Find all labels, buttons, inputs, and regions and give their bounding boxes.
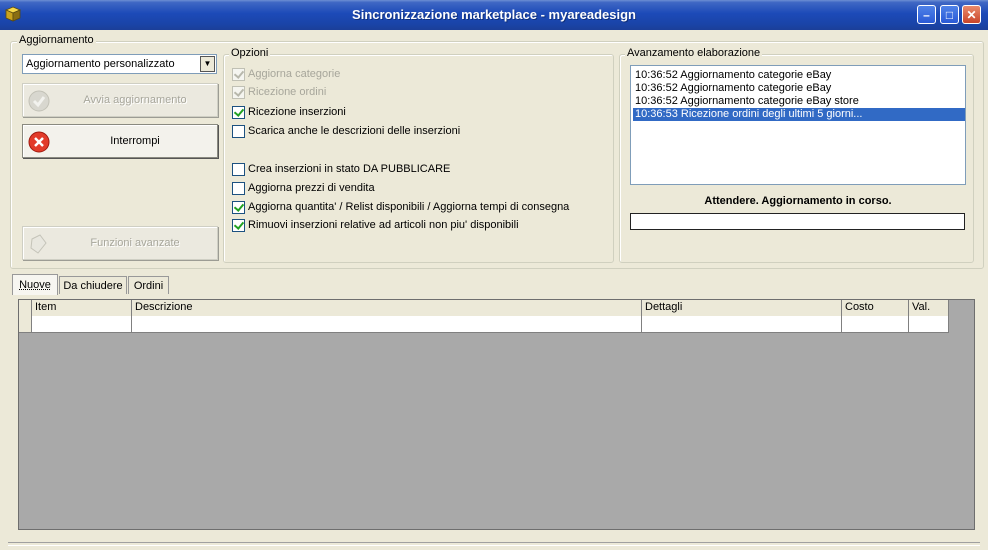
tab-da-chiudere[interactable]: Da chiudere xyxy=(59,276,127,294)
option-checkbox[interactable] xyxy=(232,182,245,195)
column-header-descrizione[interactable]: Descrizione xyxy=(132,300,642,316)
cell-val[interactable] xyxy=(909,316,949,332)
items-grid[interactable]: Item Descrizione Dettagli Costo Val. xyxy=(18,299,975,530)
row-selector[interactable] xyxy=(19,316,32,332)
table-row[interactable] xyxy=(19,316,949,333)
tab-nuove[interactable]: Nuove xyxy=(12,274,58,295)
avvia-aggiornamento-button[interactable]: Avvia aggiornamento xyxy=(22,83,218,117)
list-item[interactable]: 10:36:52 Aggiornamento categorie eBay xyxy=(633,82,965,95)
list-item[interactable]: 10:36:53 Ricezione ordini degli ultimi 5… xyxy=(633,108,965,121)
cell-item[interactable] xyxy=(32,316,132,332)
update-mode-value: Aggiornamento personalizzato xyxy=(26,58,175,70)
tab-ordini[interactable]: Ordini xyxy=(128,276,169,294)
list-item[interactable]: 10:36:52 Aggiornamento categorie eBay xyxy=(633,69,965,82)
list-item[interactable]: 10:36:52 Aggiornamento categorie eBay st… xyxy=(633,95,965,108)
option-label: Aggiorna categorie xyxy=(248,68,341,80)
column-header-dettagli[interactable]: Dettagli xyxy=(642,300,842,316)
aggiornamento-legend: Aggiornamento xyxy=(17,34,96,46)
option-checkbox[interactable] xyxy=(232,201,245,214)
grid-header-corner xyxy=(19,300,32,316)
tab-ordini-label: Ordini xyxy=(133,280,164,292)
option-label: Scarica anche le descrizioni delle inser… xyxy=(248,125,461,137)
status-divider xyxy=(8,542,980,546)
title-bar[interactable]: Sincronizzazione marketplace - myareades… xyxy=(0,0,988,30)
interrompi-label: Interrompi xyxy=(110,135,160,147)
avvia-aggiornamento-label: Avvia aggiornamento xyxy=(83,94,187,106)
chevron-down-icon[interactable]: ▼ xyxy=(200,56,215,72)
option-label: Ricezione ordini xyxy=(248,86,327,98)
column-header-costo[interactable]: Costo xyxy=(842,300,909,316)
option-label: Crea inserzioni in stato DA PUBBLICARE xyxy=(248,163,451,175)
cell-costo[interactable] xyxy=(842,316,909,332)
option-checkbox[interactable] xyxy=(232,163,245,176)
interrompi-button[interactable]: Interrompi xyxy=(22,124,218,158)
window-title: Sincronizzazione marketplace - myareades… xyxy=(352,7,636,22)
opzioni-legend: Opzioni xyxy=(229,47,271,59)
option-checkbox[interactable] xyxy=(232,125,245,138)
update-mode-select[interactable]: Aggiornamento personalizzato ▼ xyxy=(22,54,217,74)
column-header-item[interactable]: Item xyxy=(32,300,132,316)
option-checkbox xyxy=(232,68,245,81)
option-checkbox[interactable] xyxy=(232,219,245,232)
avanzamento-legend: Avanzamento elaborazione xyxy=(625,47,763,59)
tab-da-chiudere-label: Da chiudere xyxy=(63,280,123,292)
option-checkbox xyxy=(232,86,245,99)
option-label: Ricezione inserzioni xyxy=(248,106,346,118)
tab-nuove-label: Nuove xyxy=(19,279,51,291)
option-label: Aggiorna prezzi di vendita xyxy=(248,182,375,194)
option-label: Rimuovi inserzioni relative ad articoli … xyxy=(248,219,519,231)
funzioni-avanzate-button[interactable]: Funzioni avanzate xyxy=(22,226,218,260)
progress-log-list[interactable]: 10:36:52 Aggiornamento categorie eBay 10:… xyxy=(630,65,966,185)
minimize-button[interactable]: – xyxy=(917,5,936,24)
funzioni-avanzate-label: Funzioni avanzate xyxy=(90,237,180,249)
column-header-val[interactable]: Val. xyxy=(909,300,949,316)
status-text: Attendere. Aggiornamento in corso. xyxy=(704,195,892,207)
cell-dettagli[interactable] xyxy=(642,316,842,332)
option-checkbox[interactable] xyxy=(232,106,245,119)
grid-header: Item Descrizione Dettagli Costo Val. xyxy=(19,300,949,317)
option-label: Aggiorna quantita' / Relist disponibili … xyxy=(248,201,570,213)
maximize-button[interactable]: □ xyxy=(940,5,959,24)
close-button[interactable]: ✕ xyxy=(962,5,981,24)
cell-descrizione[interactable] xyxy=(132,316,642,332)
progress-bar xyxy=(630,213,965,230)
